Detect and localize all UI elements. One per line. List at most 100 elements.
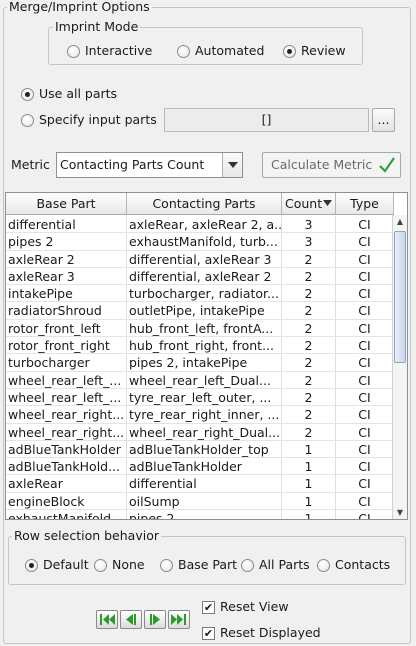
cell-base-part: exhaustManifold [6, 510, 127, 519]
radio-base-part-indicator[interactable] [160, 558, 173, 572]
radio-review[interactable]: Review [283, 43, 346, 59]
cell-count: 2 [282, 250, 336, 267]
next-icon [150, 614, 160, 625]
radio-default-indicator[interactable] [25, 558, 38, 572]
radio-all-parts[interactable]: All Parts [241, 557, 310, 573]
column-header-count[interactable]: Count [282, 193, 336, 214]
cell-count: 2 [282, 371, 336, 388]
table-row[interactable]: pipes 2 exhaustManifold, turb... 3 CI [6, 233, 394, 251]
radio-default-label: Default [43, 557, 89, 572]
cell-type: CI [336, 354, 394, 371]
radio-automated-indicator[interactable] [177, 44, 190, 58]
reset-view-label: Reset View [220, 599, 289, 614]
cell-contacting-parts: differential [127, 475, 282, 492]
metric-select[interactable]: Contacting Parts Count [56, 152, 243, 178]
cell-count: 1 [282, 492, 336, 510]
cell-type: CI [336, 319, 394, 337]
table-scrollbar[interactable]: ▲ ▼ [392, 215, 407, 519]
reset-view-checkbox[interactable]: ✔ [202, 600, 215, 614]
radio-contacts[interactable]: Contacts [317, 557, 390, 573]
table-row[interactable]: differential axleRear, axleRear 2, a... 3 C… [6, 216, 394, 234]
last-button[interactable] [168, 610, 190, 629]
radio-base-part-label: Base Part [178, 557, 238, 572]
radio-none-indicator[interactable] [94, 558, 107, 572]
column-header-base-part[interactable]: Base Part [6, 193, 127, 214]
table-row[interactable]: rotor_front_right hub_front_right, front.… [6, 337, 394, 355]
radio-use-all-parts[interactable]: Use all parts [21, 86, 117, 102]
scroll-up-button[interactable]: ▲ [393, 215, 407, 228]
cell-type: CI [336, 337, 394, 354]
cell-contacting-parts: differential, axleRear 2 [127, 267, 282, 285]
cell-contacting-parts: turbocharger, radiator... [127, 285, 282, 302]
table-row[interactable]: radiatorShroud outletPipe, intakePipe 2 CI [6, 302, 394, 320]
previous-button[interactable] [120, 610, 142, 629]
sort-descending-icon [323, 200, 332, 206]
reset-view-option[interactable]: ✔ Reset View [202, 599, 289, 615]
table-row[interactable]: rotor_front_left hub_front_left, frontA..… [6, 319, 394, 338]
cell-base-part: axleRear [6, 475, 127, 492]
cell-type: CI [336, 267, 394, 285]
cell-contacting-parts: wheel_rear_right_Dual... [129, 423, 282, 440]
calculate-metric-button[interactable]: Calculate Metric [262, 152, 401, 178]
cell-type: CI [336, 285, 394, 302]
table-row[interactable]: turbocharger pipes 2, intakePipe 2 CI [6, 354, 394, 372]
table-row[interactable]: intakePipe turbocharger, radiator... 2 CI [6, 285, 394, 303]
radio-interactive-indicator[interactable] [67, 44, 80, 58]
contacts-table[interactable]: Base Part Contacting Parts Count Type di… [5, 192, 408, 520]
radio-default[interactable]: Default [25, 557, 89, 573]
table-row[interactable]: axleRear 2 differential, axleRear 3 2 CI [6, 250, 394, 268]
cell-base-part: wheel_rear_right... [6, 423, 127, 440]
browse-parts-button[interactable]: ... [372, 108, 395, 132]
column-header-contacting-parts[interactable]: Contacting Parts [127, 193, 282, 214]
input-parts-field[interactable]: [] [164, 108, 369, 132]
table-row[interactable]: axleRear differential 1 CI [6, 475, 394, 493]
scroll-down-button[interactable]: ▼ [393, 506, 407, 519]
cell-count: 2 [282, 319, 336, 337]
previous-icon [126, 614, 136, 625]
column-header-type[interactable]: Type [336, 193, 394, 214]
radio-contacts-label: Contacts [335, 557, 391, 572]
next-button[interactable] [144, 610, 166, 629]
cell-base-part: radiatorShroud [6, 302, 127, 319]
cell-type: CI [336, 250, 394, 267]
first-button[interactable] [96, 610, 118, 629]
table-row[interactable]: adBlueTankHold... adBlueTankHolder 1 CI [6, 458, 394, 476]
radio-all-parts-indicator[interactable] [241, 558, 254, 572]
cell-count: 2 [282, 354, 336, 371]
table-row[interactable]: wheel_rear_left_... tyre_rear_left_outer,… [6, 388, 394, 407]
scroll-thumb[interactable] [394, 231, 406, 363]
cell-count: 1 [282, 510, 336, 519]
cell-base-part: pipes 2 [6, 233, 127, 250]
cell-count: 2 [282, 285, 336, 302]
radio-base-part[interactable]: Base Part [160, 557, 237, 573]
reset-displayed-option[interactable]: ✔ Reset Displayed [202, 625, 321, 641]
metric-dropdown-button[interactable] [222, 153, 242, 177]
cell-base-part: adBlueTankHold... [6, 458, 127, 475]
radio-contacts-indicator[interactable] [317, 558, 330, 572]
table-row[interactable]: exhaustManifold pipes 2 1 CI [6, 510, 394, 519]
radio-interactive[interactable]: Interactive [67, 43, 152, 59]
radio-none[interactable]: None [94, 557, 145, 573]
table-row[interactable]: adBlueTankHolder adBlueTankHolder_top 1 CI [6, 440, 394, 459]
radio-specify-input-parts-indicator[interactable] [21, 113, 34, 127]
imprint-mode-title: Imprint Mode [53, 19, 141, 34]
table-row[interactable]: wheel_rear_right... wheel_rear_right_Dual… [6, 423, 394, 441]
cell-count: 2 [282, 406, 336, 423]
table-row[interactable]: axleRear 3 differential, axleRear 2 2 CI [6, 267, 394, 286]
panel-title: Merge/Imprint Options [7, 0, 152, 14]
radio-specify-input-parts[interactable]: Specify input parts [21, 112, 157, 128]
cell-type: CI [336, 371, 394, 388]
cell-contacting-parts: differential, axleRear 3 [127, 250, 282, 267]
table-row[interactable]: wheel_rear_left_... wheel_rear_left_Dual.… [6, 371, 394, 389]
radio-review-indicator[interactable] [283, 44, 296, 58]
reset-displayed-checkbox[interactable]: ✔ [202, 626, 215, 640]
cell-count: 3 [282, 216, 336, 233]
table-row[interactable]: engineBlock oilSump 1 CI [6, 492, 394, 511]
cell-count: 1 [282, 440, 336, 458]
table-row[interactable]: wheel_rear_right... tyre_rear_right_inner… [6, 406, 394, 424]
cell-contacting-parts: pipes 2 [127, 510, 282, 519]
radio-use-all-parts-indicator[interactable] [21, 87, 34, 101]
cell-type: CI [336, 492, 394, 510]
radio-automated[interactable]: Automated [177, 43, 264, 59]
cell-contacting-parts: oilSump [127, 492, 282, 510]
